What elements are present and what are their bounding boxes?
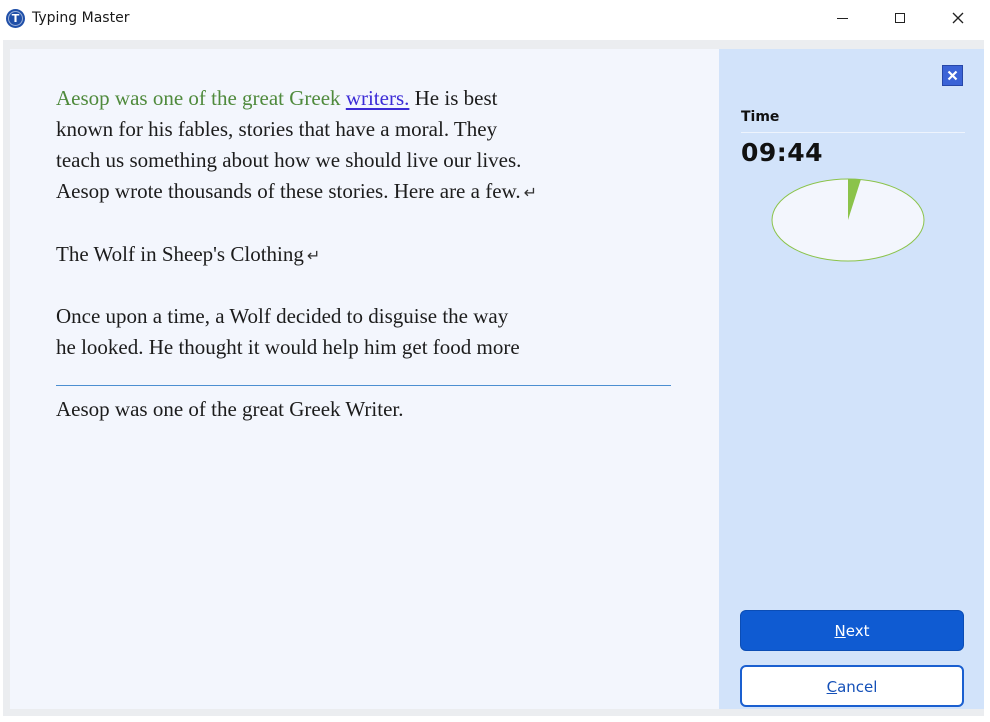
minimize-button[interactable]: [813, 0, 871, 36]
sidebar-panel: Time 09:44 Next Cancel: [719, 49, 984, 709]
paragraph-1: Aesop was one of the great Greek writers…: [56, 83, 696, 208]
cancel-accesskey: C: [826, 678, 838, 696]
typing-master-logo-icon: T: [6, 9, 25, 28]
maximize-button[interactable]: [871, 0, 929, 36]
current-word: writers.: [345, 86, 410, 110]
minimize-icon: [836, 17, 848, 19]
typed-text: Aesop was one of the great Greek: [56, 86, 341, 110]
maximize-icon: [895, 13, 905, 23]
return-symbol-icon: ↵: [306, 246, 321, 265]
close-window-button[interactable]: [929, 0, 987, 36]
time-separator: [741, 132, 965, 133]
time-label: Time: [741, 109, 780, 125]
next-accesskey: N: [834, 622, 846, 640]
input-divider: [56, 385, 671, 386]
paragraph-3: Once upon a time, a Wolf decided to disg…: [56, 301, 696, 363]
close-icon: [952, 12, 964, 24]
story-title: The Wolf in Sheep's Clothing: [56, 242, 304, 266]
return-symbol-icon: ↵: [523, 183, 537, 202]
time-value: 09:44: [741, 138, 824, 167]
typing-text-panel[interactable]: Aesop was one of the great Greek writers…: [10, 49, 719, 709]
story-text: Once upon a time, a Wolf decided to disg…: [56, 304, 520, 359]
panel-close-button[interactable]: [942, 65, 963, 86]
time-pie-chart: [771, 178, 925, 262]
cancel-button[interactable]: Cancel: [740, 665, 964, 707]
cancel-label: ancel: [837, 678, 878, 696]
app-window: T Typing Master Aesop was one of the gre…: [0, 0, 990, 722]
window-title: Typing Master: [32, 10, 130, 26]
next-button[interactable]: Next: [740, 610, 964, 651]
title-bar: T Typing Master: [0, 0, 990, 36]
next-label: ext: [845, 622, 870, 640]
typing-input-line[interactable]: Aesop was one of the great Greek Writer.: [56, 394, 403, 425]
close-x-icon: [947, 70, 958, 81]
paragraph-2: The Wolf in Sheep's Clothing ↵: [56, 239, 696, 271]
